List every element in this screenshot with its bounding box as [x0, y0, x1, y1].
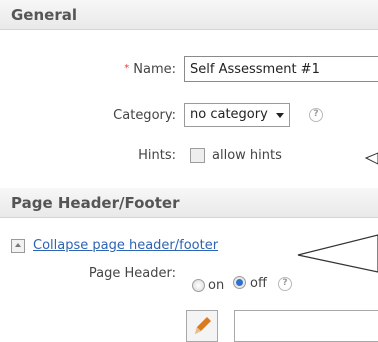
category-select[interactable]: no category: [184, 103, 290, 127]
general-section-header: General: [0, 0, 378, 30]
page-header-input[interactable]: [234, 310, 378, 342]
page-header-help-icon[interactable]: ?: [278, 277, 292, 291]
general-title: General: [11, 6, 77, 24]
required-marker: *: [124, 63, 130, 74]
callout-arrow-collapse: [297, 234, 378, 273]
callout-arrows: [297, 152, 378, 273]
allow-hints-label[interactable]: allow hints: [212, 148, 282, 163]
page-header-on-radio[interactable]: [192, 279, 205, 292]
pencil-icon: [195, 317, 211, 334]
chevron-down-icon: [276, 113, 284, 118]
name-label-text: Name:: [133, 62, 176, 77]
collapse-page-header-footer-link[interactable]: Collapse page header/footer: [33, 238, 218, 253]
category-help-icon[interactable]: ?: [309, 108, 323, 122]
page-header-off-radio[interactable]: [233, 276, 246, 289]
category-label: Category:: [113, 108, 176, 123]
page-header-label: Page Header:: [88, 266, 176, 281]
page-header-footer-title: Page Header/Footer: [11, 194, 180, 212]
name-input[interactable]: [184, 56, 378, 82]
name-label: * Name:: [60, 62, 176, 77]
edit-page-header-button[interactable]: [186, 310, 218, 342]
hints-label: Hints:: [138, 148, 176, 163]
callout-arrow-hints: [364, 152, 378, 165]
off-label: off: [250, 276, 267, 291]
allow-hints-checkbox[interactable]: [190, 148, 205, 163]
category-select-value: no category: [190, 107, 268, 122]
page-header-footer-section-header: Page Header/Footer: [0, 188, 378, 218]
on-label: on: [208, 278, 225, 293]
collapse-icon[interactable]: [11, 239, 25, 253]
